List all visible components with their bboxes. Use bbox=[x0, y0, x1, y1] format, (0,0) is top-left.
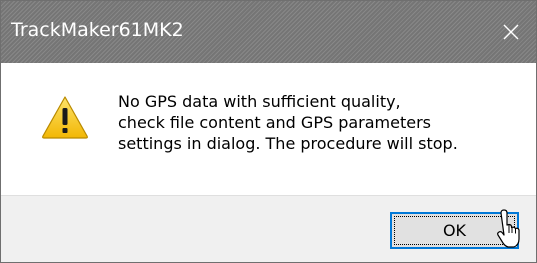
warning-icon bbox=[42, 96, 88, 139]
message-text: No GPS data with sufficient quality, che… bbox=[118, 91, 528, 154]
dialog-content: No GPS data with sufficient quality, che… bbox=[1, 63, 536, 195]
message-dialog: TrackMaker61MK2 No GPS data with suffici… bbox=[0, 0, 537, 263]
dialog-footer: OK bbox=[1, 195, 536, 262]
message-line: No GPS data with sufficient quality, bbox=[118, 92, 401, 111]
ok-button-label: OK bbox=[442, 221, 467, 240]
message-line: check file content and GPS parameters bbox=[118, 113, 432, 132]
message-line: settings in dialog. The procedure will s… bbox=[118, 134, 458, 153]
title-bar[interactable]: TrackMaker61MK2 bbox=[1, 1, 536, 63]
close-button[interactable] bbox=[486, 1, 536, 63]
close-icon bbox=[503, 24, 519, 40]
window-title: TrackMaker61MK2 bbox=[11, 19, 184, 41]
ok-button[interactable]: OK bbox=[390, 212, 519, 249]
